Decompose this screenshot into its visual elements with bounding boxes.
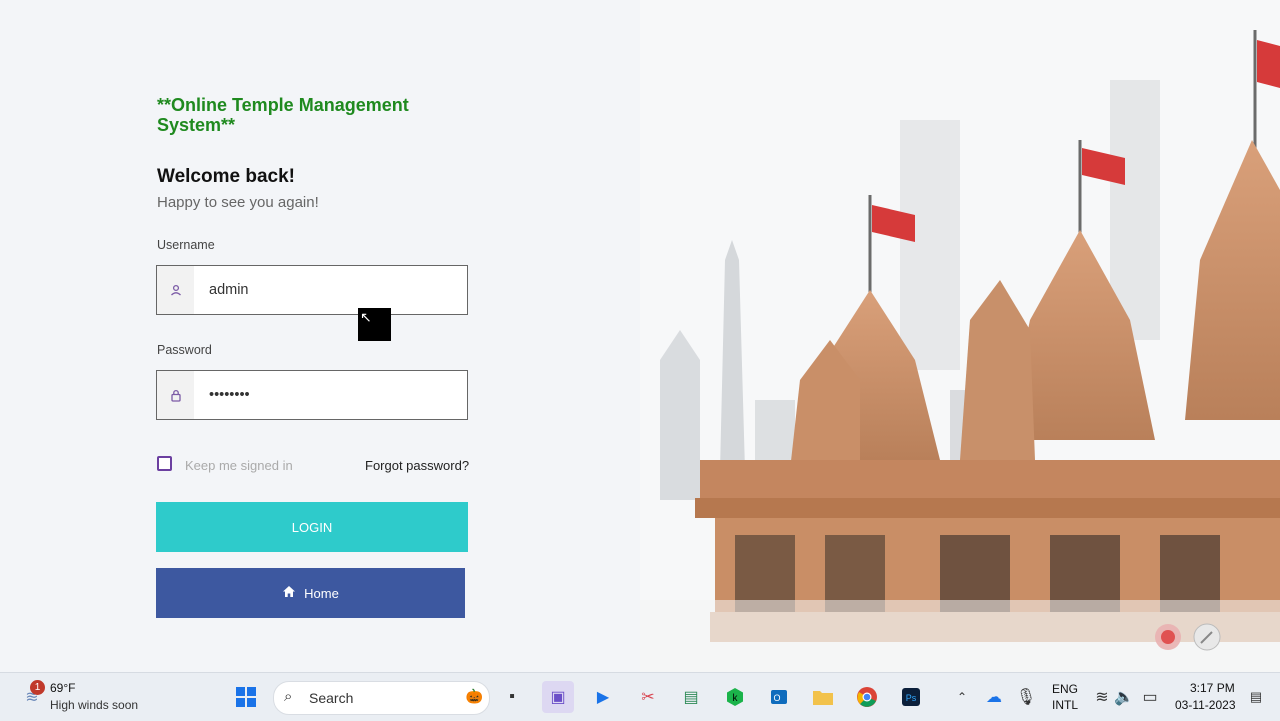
- onedrive-icon[interactable]: ☁: [978, 681, 1010, 713]
- user-icon: [157, 266, 194, 314]
- clock-date[interactable]: 03-11-2023: [1175, 698, 1236, 712]
- tray-chevron-icon[interactable]: ⌃: [946, 681, 978, 713]
- password-field[interactable]: [156, 370, 468, 420]
- mouse-cursor-icon: ↖: [358, 308, 391, 341]
- battery-icon[interactable]: ▭: [1134, 681, 1166, 713]
- language-line1[interactable]: ENG: [1052, 682, 1078, 696]
- username-label: Username: [157, 238, 215, 252]
- spreadsheet-icon[interactable]: ▤: [675, 681, 707, 713]
- username-field[interactable]: [156, 265, 468, 315]
- password-label: Password: [157, 343, 212, 357]
- password-input[interactable]: [209, 371, 449, 419]
- brand-title: **Online Temple Management System**: [157, 95, 409, 135]
- clock-time[interactable]: 3:17 PM: [1190, 681, 1235, 695]
- language-line2[interactable]: INTL: [1052, 698, 1078, 712]
- search-icon: ⌕: [284, 688, 293, 705]
- start-icon[interactable]: [230, 681, 262, 713]
- temple-image: [640, 0, 1280, 672]
- chrome-icon[interactable]: [851, 681, 883, 713]
- snipping-tool-icon[interactable]: ✂: [632, 681, 664, 713]
- notification-icon[interactable]: ▤: [1240, 681, 1272, 713]
- welcome-heading: Welcome back!: [157, 166, 295, 187]
- keep-signed-in-label[interactable]: Keep me signed in: [185, 458, 293, 473]
- pumpkin-icon: 🎃: [465, 688, 483, 704]
- svg-text:Ps: Ps: [906, 693, 917, 703]
- home-button[interactable]: Home: [156, 568, 465, 618]
- search-label: Search: [309, 690, 354, 706]
- outlook-icon[interactable]: O: [763, 681, 795, 713]
- login-button-label: LOGIN: [291, 519, 333, 535]
- lock-icon: [157, 371, 194, 419]
- weather-badge: 1: [30, 680, 45, 695]
- photoshop-icon[interactable]: Ps: [895, 681, 927, 713]
- home-button-label: Home: [304, 585, 339, 601]
- username-input[interactable]: [209, 266, 449, 314]
- login-button[interactable]: LOGIN: [156, 502, 468, 552]
- weather-temp[interactable]: 69°F: [50, 681, 75, 695]
- folder-icon[interactable]: [807, 681, 839, 713]
- video-player-icon[interactable]: ▶: [587, 681, 619, 713]
- kaspersky-icon[interactable]: k: [719, 681, 751, 713]
- taskbar-search[interactable]: ⌕ Search 🎃: [273, 681, 490, 715]
- forgot-password-link[interactable]: Forgot password?: [365, 458, 469, 473]
- svg-text:O: O: [773, 693, 780, 703]
- keep-signed-in-checkbox[interactable]: [157, 456, 172, 471]
- meet-icon[interactable]: ▣: [542, 681, 574, 713]
- file-explorer-icon[interactable]: ▪: [496, 681, 528, 713]
- login-panel: **Online Temple Management System** Welc…: [0, 0, 640, 672]
- microphone-icon[interactable]: 🎙: [1010, 681, 1042, 713]
- welcome-subtitle: Happy to see you again!: [157, 194, 319, 211]
- taskbar: ≋ 1 69°F High winds soon ⌕ Search 🎃 ▪ ▣ …: [0, 672, 1280, 721]
- weather-condition[interactable]: High winds soon: [50, 698, 138, 712]
- home-icon: [282, 585, 296, 601]
